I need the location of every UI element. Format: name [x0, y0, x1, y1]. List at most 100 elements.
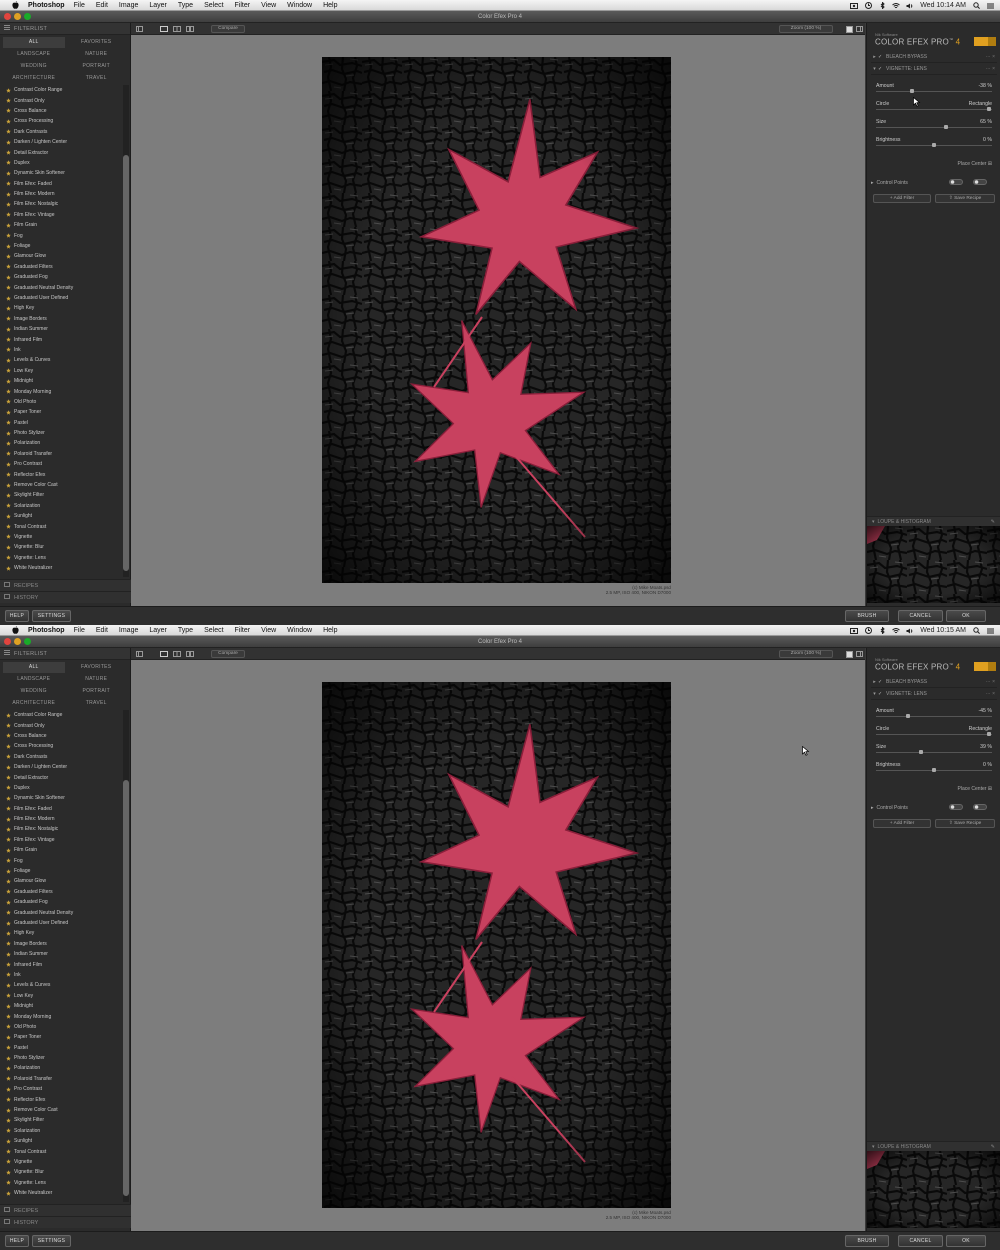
favorite-star-icon[interactable] [6, 534, 11, 540]
add-control-point-icon[interactable] [949, 179, 963, 187]
filter-options-icon[interactable]: ⋯ × [986, 691, 995, 697]
bluetooth-icon[interactable] [878, 2, 886, 9]
notification-list-icon[interactable] [986, 627, 994, 634]
menu-view[interactable]: View [261, 2, 276, 9]
filter-list-item[interactable]: Skylight Filter [0, 490, 122, 500]
favorite-star-icon[interactable] [6, 472, 11, 477]
favorite-star-icon[interactable] [6, 160, 11, 166]
filter-list-item[interactable]: High Key [0, 303, 122, 313]
filter-list-item[interactable]: Remove Color Cast [0, 1105, 122, 1115]
menu-view[interactable]: View [261, 627, 276, 634]
category-nature[interactable]: NATURE [66, 674, 128, 685]
loupe-pin-icon[interactable]: ✎ [991, 519, 995, 525]
menu-filter[interactable]: Filter [235, 627, 251, 634]
recipes-section[interactable]: RECIPES [0, 1204, 131, 1216]
filter-list-item[interactable]: Old Photo [0, 1022, 122, 1032]
category-nature[interactable]: NATURE [66, 49, 128, 60]
filter-enabled-check[interactable]: ✓ [878, 66, 886, 72]
help-button[interactable]: HELP [5, 1235, 29, 1247]
category-architecture[interactable]: ARCHITECTURE [3, 698, 65, 709]
filter-row-vignette-lens[interactable]: ▾ ✓ VIGNETTE: LENS ⋯ × [871, 689, 997, 700]
filter-list-item[interactable]: Cross Balance [0, 106, 122, 116]
filter-list-item[interactable]: Skylight Filter [0, 1115, 122, 1125]
history-section[interactable]: HISTORY [0, 1216, 131, 1228]
favorite-star-icon[interactable] [6, 295, 11, 301]
favorite-star-icon[interactable] [6, 274, 11, 280]
zoom-window-button[interactable] [24, 638, 31, 645]
volume-icon[interactable] [906, 627, 914, 634]
time-machine-icon[interactable] [864, 627, 872, 634]
filter-list-item[interactable]: Pro Contrast [0, 1084, 122, 1094]
add-filter-button[interactable]: + Add Filter [873, 819, 931, 828]
add-filter-button[interactable]: + Add Filter [873, 194, 931, 203]
spotlight-search-icon[interactable] [972, 2, 980, 9]
favorite-star-icon[interactable] [6, 1035, 11, 1040]
wifi-icon[interactable] [892, 2, 901, 9]
filter-list-item[interactable]: Graduated Filters [0, 887, 122, 897]
favorite-star-icon[interactable] [6, 1055, 11, 1061]
menu-select[interactable]: Select [204, 627, 223, 634]
favorite-star-icon[interactable] [6, 931, 11, 936]
menu-window[interactable]: Window [287, 627, 312, 634]
filter-list-scroll-thumb[interactable] [123, 780, 129, 1196]
cancel-button[interactable]: CANCEL [898, 610, 943, 622]
history-section[interactable]: HISTORY [0, 591, 131, 603]
settings-button[interactable]: SETTINGS [32, 1235, 71, 1247]
settings-button[interactable]: SETTINGS [32, 610, 71, 622]
favorite-star-icon[interactable] [6, 1149, 11, 1154]
favorite-star-icon[interactable] [6, 993, 11, 998]
filter-list-item[interactable]: Midnight [0, 376, 122, 386]
photo-red-leaves-on-bark[interactable] [322, 57, 671, 583]
apple-icon[interactable] [11, 1, 20, 10]
filter-enabled-check[interactable]: ✓ [878, 691, 886, 697]
compare-button[interactable]: Compare [211, 650, 245, 658]
favorite-star-icon[interactable] [6, 513, 11, 519]
menu-select[interactable]: Select [204, 2, 223, 9]
split-view-icon[interactable] [172, 25, 181, 33]
category-travel[interactable]: TRAVEL [66, 73, 128, 84]
favorite-star-icon[interactable] [6, 119, 11, 124]
filter-list-item[interactable]: Sunlight [0, 1136, 122, 1146]
menu-edit[interactable]: Edit [96, 2, 108, 9]
favorite-star-icon[interactable] [6, 1024, 11, 1030]
filter-list-item[interactable]: Paper Toner [0, 407, 122, 417]
shape-slider-track[interactable] [876, 109, 992, 110]
category-architecture[interactable]: ARCHITECTURE [3, 73, 65, 84]
favorite-star-icon[interactable] [6, 223, 11, 228]
favorite-star-icon[interactable] [6, 1180, 11, 1185]
favorite-star-icon[interactable] [6, 326, 11, 332]
add-control-point-icon[interactable] [949, 804, 963, 812]
size-slider-handle[interactable] [919, 750, 924, 754]
size-slider-track[interactable] [876, 127, 992, 128]
filter-row-vignette-lens[interactable]: ▾ ✓ VIGNETTE: LENS ⋯ × [871, 64, 997, 75]
subtract-control-point-icon[interactable] [973, 179, 987, 187]
favorite-star-icon[interactable] [6, 712, 11, 718]
spotlight-search-icon[interactable] [972, 627, 980, 634]
category-all[interactable]: ALL [3, 662, 65, 673]
expand-arrow-icon[interactable]: ▸ [871, 180, 874, 186]
amount-value[interactable]: -45 % [978, 708, 992, 714]
favorite-star-icon[interactable] [6, 181, 11, 186]
menu-layer[interactable]: Layer [149, 627, 167, 634]
filter-list-item[interactable]: High Key [0, 928, 122, 938]
favorite-star-icon[interactable] [6, 212, 11, 218]
toggle-panel-icon[interactable] [135, 25, 143, 33]
favorite-star-icon[interactable] [6, 972, 11, 978]
filter-list-item[interactable]: Low Key [0, 991, 122, 1001]
filter-list-item[interactable]: Image Borders [0, 314, 122, 324]
filter-list-item[interactable]: Graduated Fog [0, 272, 122, 282]
expand-arrow-icon[interactable]: ▾ [872, 519, 875, 525]
category-wedding[interactable]: WEDDING [3, 686, 65, 697]
minimize-window-button[interactable] [14, 638, 21, 645]
filter-list-item[interactable]: Vignette: Blur [0, 1167, 122, 1177]
filter-list-item[interactable]: Solarization [0, 501, 122, 511]
menu-help[interactable]: Help [323, 2, 337, 9]
filter-list-item[interactable]: Film Efex: Vintage [0, 835, 122, 845]
filter-list-item[interactable]: Film Efex: Vintage [0, 210, 122, 220]
favorite-star-icon[interactable] [6, 1159, 11, 1165]
filter-list-item[interactable]: Cross Processing [0, 741, 122, 751]
volume-icon[interactable] [906, 2, 914, 9]
favorite-star-icon[interactable] [6, 1107, 11, 1113]
right-panel-toggle-icon[interactable] [855, 650, 863, 658]
category-all[interactable]: ALL [3, 37, 65, 48]
